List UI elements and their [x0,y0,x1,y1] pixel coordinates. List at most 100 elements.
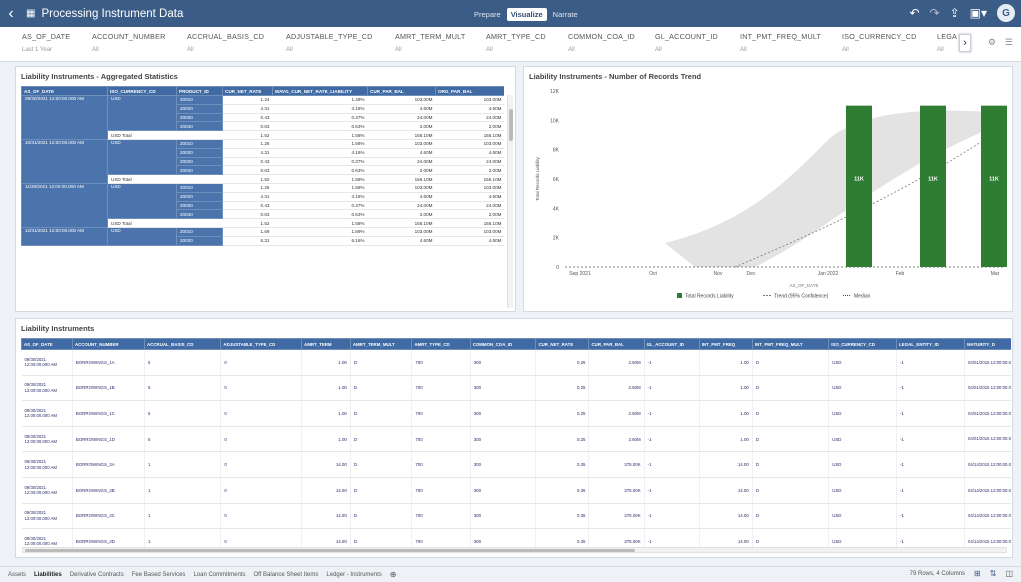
liability-cell: 0 [220,451,303,478]
agg-scroll-thumb[interactable] [509,109,513,141]
liability-col-header[interactable]: ISO_CURRENCY_CD [828,338,898,350]
liability-cell: 0.35 [535,451,590,478]
layout-icon[interactable]: ◫ [1005,569,1013,578]
liability-col-header[interactable]: ADJUSTABLE_TYPE_CD [220,338,303,350]
agg-cell: 0.63% [272,165,368,176]
liability-hscroll-thumb[interactable] [25,549,635,552]
filter-accrual-basis[interactable]: ACCRUAL_BASIS_CD All [187,32,264,53]
liability-cell: 300 [470,426,537,453]
canvas-tab-derivative-contracts[interactable]: Derivative Contracts [70,572,124,578]
filter-legal-entity[interactable]: LEGA All [937,32,957,53]
filter-as-of-date[interactable]: AS_OF_DATE Last 1 Year [22,32,70,53]
table-row[interactable]: 09/30/2021 12:00:00.000 AM BORROWINGS_1D 5… [21,426,1011,453]
canvas-tab-loan-commitments[interactable]: Loan Commitments [193,572,245,578]
table-row[interactable]: 09/30/2021 12:00:00.000 AM BORROWINGS_2D 1… [21,528,1011,547]
liability-col-header[interactable]: INT_PMT_FREQ [698,338,753,350]
agg-total-cell: 156.10M [367,174,436,184]
canvas-tab-liabilities[interactable]: Liabilities [34,572,62,578]
agg-col-header[interactable]: AS_OF_DATE [21,86,108,96]
table-row[interactable]: 09/30/2021 12:00:00.000 AM BORROWINGS_1A 5… [21,349,1011,376]
x-tick-label: Sep 2021 [569,271,591,277]
liability-instruments-title: Liability Instruments [21,324,95,333]
canvas-tab-ledger-instruments[interactable]: Ledger - Instruments [326,572,381,578]
filter-iso-currency[interactable]: ISO_CURRENCY_CD All [842,32,917,53]
workbook-icon: ▦ [26,8,36,19]
canvas-tab-fee-based-services[interactable]: Fee Based Services [132,572,186,578]
agg-cell: 4.16% [272,148,368,158]
filter-account-number[interactable]: ACCOUNT_NUMBER All [92,32,165,53]
agg-cell: 24.00M [367,201,436,211]
liability-table-wrap: AS_OF_DATE ACCOUNT_NUMBER ACCRUAL_BASIS_CD… [21,338,1011,547]
table-row[interactable]: 09/30/2021 12:00:00.000 AM BORROWINGS_2C 1… [21,503,1011,530]
tab-prepare[interactable]: Prepare [470,8,505,21]
share-icon[interactable]: ⇪ [950,6,960,20]
agg-col-header[interactable]: WAVG_CUR_NET_RATE_LIABILITY [272,86,368,96]
save-icon[interactable]: ▣▾ [970,6,987,20]
tab-visualize[interactable]: Visualize [506,8,547,21]
filter-amrt-type[interactable]: AMRT_TYPE_CD All [486,32,546,53]
avatar[interactable]: G [997,4,1015,22]
liability-col-header[interactable]: AMRT_TERM_MULT [349,338,413,350]
liability-col-header[interactable]: ACCOUNT_NUMBER [71,338,146,350]
agg-row: 10/31/2021 12:00:00.000 AM USD 20010 1.26 1.… [21,138,504,184]
table-row[interactable]: 09/30/2021 12:00:00.000 AM BORROWINGS_2A 1… [21,451,1011,478]
back-icon[interactable]: ‹ [0,5,22,23]
agg-col-header[interactable]: ISO_CURRENCY_CD [107,86,177,96]
agg-cell: 20020 [176,191,223,202]
table-row[interactable]: 09/30/2021 12:00:00.000 AM BORROWINGS_1B 5… [21,375,1011,402]
liability-cell: BORROWINGS_1A [72,349,146,376]
agg-col-header[interactable]: CUR_PAR_BAL [367,86,436,96]
liability-col-header[interactable]: AMRT_TYPE_CD [411,338,471,350]
liability-col-header[interactable]: INT_PMT_FREQ_MULT [751,338,830,350]
liability-col-header[interactable]: CUR_PAR_BAL [588,338,645,350]
agg-cell: 103.00M [435,139,504,149]
filter-menu-icon[interactable]: ☰ [1005,37,1013,48]
agg-cell: 103.00M [435,95,504,105]
filter-adjustable-type[interactable]: ADJUSTABLE_TYPE_CD All [286,32,373,53]
agg-vertical-scrollbar[interactable] [507,95,513,308]
agg-col-header[interactable]: ORG_PAR_BAL [435,86,504,96]
liability-cell: -1 [644,426,700,453]
filter-settings-icon[interactable]: ⚙ [988,37,996,48]
agg-cell: 0.43 [222,201,273,211]
liability-col-header[interactable]: CUR_NET_RATE [535,338,590,350]
liability-col-header[interactable]: AMRT_TERM [301,338,351,350]
liability-cell: 0 [220,477,303,504]
filter-common-coa[interactable]: COMMON_COA_ID All [568,32,635,53]
x-tick-label: Mar [991,271,1000,277]
filter-scroll-right-icon[interactable]: › [959,34,971,52]
agg-cell: 4.31 [222,192,273,202]
liability-horizontal-scrollbar[interactable] [22,547,1007,553]
bar-value-label: 11K [928,176,938,182]
app-title-area: ▦ Processing Instrument Data [26,8,183,20]
agg-cell: 24.00M [367,113,436,123]
table-row[interactable]: 09/30/2021 12:00:00.000 AM BORROWINGS_2B 1… [21,477,1011,504]
filter-amrt-term-mult[interactable]: AMRT_TERM_MULT All [395,32,465,53]
table-row[interactable]: 09/30/2021 12:00:00.000 AM BORROWINGS_1C 5… [21,400,1011,427]
liability-col-header[interactable]: LEGAL_ENTITY_ID [896,338,965,350]
add-canvas-icon[interactable]: ⊕ [390,570,397,579]
redo-icon[interactable]: ↷ [930,6,940,20]
canvas-tab-off-balance-sheet[interactable]: Off Balance Sheet Items [253,572,318,578]
liability-col-header[interactable]: GL_ACCOUNT_ID [643,338,700,350]
app-header: ‹ ▦ Processing Instrument Data Prepare V… [0,0,1021,27]
liability-cell: -1 [896,451,965,478]
agg-col-header[interactable]: PRODUCT_ID [176,86,223,96]
filter-int-pmt-freq-mult[interactable]: INT_PMT_FREQ_MULT All [740,32,821,53]
bar [846,105,872,268]
legend-total-records: Total Records Liability [685,294,734,300]
liability-col-header[interactable]: AS_OF_DATE [21,338,73,350]
agg-col-header[interactable]: CUR_NET_RATE [222,86,273,96]
liability-col-header[interactable]: MATURITY_D [963,338,1011,350]
filter-gl-account[interactable]: GL_ACCOUNT_ID All [655,32,718,53]
y-tick-label: 6K [553,177,560,183]
undo-icon[interactable]: ↶ [909,6,919,20]
tab-narrate[interactable]: Narrate [549,8,582,21]
sort-icon[interactable]: ⇅ [990,569,997,578]
liability-col-header[interactable]: ACCRUAL_BASIS_CD [144,338,222,350]
canvas-tab-assets[interactable]: Assets [8,572,26,578]
agg-cell: 0.43 [222,113,273,123]
liability-col-header[interactable]: COMMON_COA_ID [469,338,537,350]
agg-cell: 4.60M [435,192,504,202]
grid-view-icon[interactable]: ⊞ [974,569,981,578]
